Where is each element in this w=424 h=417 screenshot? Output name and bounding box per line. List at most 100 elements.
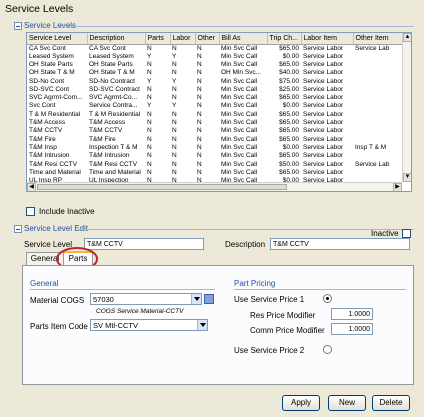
- collapse-icon[interactable]: [14, 21, 22, 30]
- table-row[interactable]: T & M Residential T & M Residential N N N Min…: [27, 111, 405, 119]
- table-row[interactable]: SVC Agrmt-Com... SVC Agrmt-Co... N N N Min Sv…: [27, 94, 405, 102]
- table-cell: [353, 102, 405, 110]
- table-cell: N: [147, 44, 152, 52]
- table-row[interactable]: T&M Intrusion T&M Intrusion N N N Min Svc Cal…: [27, 152, 405, 160]
- description-label: Description: [225, 240, 266, 249]
- table-cell: N: [197, 143, 202, 151]
- include-inactive-checkbox[interactable]: [26, 207, 35, 216]
- table-cell: Service Labor: [303, 69, 344, 77]
- parts-item-code-select[interactable]: SV Mtl-CCTV: [90, 319, 208, 331]
- table-cell: Min Svc Call: [221, 135, 258, 143]
- material-cogs-select[interactable]: 57030: [90, 293, 202, 305]
- use-price-1-radio[interactable]: [323, 294, 332, 303]
- scroll-up-icon[interactable]: ▲: [403, 33, 411, 42]
- new-button[interactable]: New: [328, 395, 366, 411]
- table-cell: N: [147, 69, 152, 77]
- table-cell: T & M Residential: [89, 110, 141, 118]
- service-level-edit-header[interactable]: Service Level Edit: [14, 224, 88, 233]
- table-cell: Service Labor: [303, 152, 344, 160]
- column-header[interactable]: Bill As: [219, 33, 268, 45]
- collapse-icon[interactable]: [14, 224, 22, 233]
- table-cell: N: [147, 110, 152, 118]
- chevron-down-icon[interactable]: [197, 320, 207, 330]
- table-cell: $50.00: [279, 160, 299, 168]
- table-cell: Y: [172, 102, 177, 110]
- service-level-input[interactable]: T&M CCTV: [84, 238, 204, 250]
- table-row[interactable]: OH State Parts OH State Parts N N N Min Svc C…: [27, 61, 405, 69]
- table-row[interactable]: SD-SVC Cont SD-SVC Contract N N N Min Svc Cal…: [27, 86, 405, 94]
- chevron-down-icon[interactable]: [191, 294, 201, 304]
- table-cell: Service Labor: [303, 168, 344, 176]
- edit-divider: [78, 229, 414, 230]
- table-cell: CA Svc Cont: [89, 44, 126, 52]
- column-header[interactable]: Labor: [170, 33, 196, 45]
- comm-modifier-input[interactable]: 1.0000: [331, 323, 373, 335]
- table-cell: N: [147, 152, 152, 160]
- table-cell: N: [197, 44, 202, 52]
- table-row[interactable]: T&M CCTV T&M CCTV N N N Min Svc Call $65.00 Ser…: [27, 127, 405, 135]
- horizontal-scrollbar[interactable]: ◀ ▶: [27, 182, 402, 191]
- column-header[interactable]: Labor Item: [301, 33, 354, 45]
- column-header[interactable]: Description: [87, 33, 146, 45]
- table-row[interactable]: CA Svc Cont CA Svc Cont N N N Min Svc Call $65…: [27, 44, 405, 53]
- table-cell: T&M Resi CCTV: [89, 160, 138, 168]
- table-cell: Min Svc Call: [221, 52, 258, 60]
- scroll-left-icon[interactable]: ◀: [27, 183, 36, 191]
- table-cell: [353, 86, 405, 94]
- scroll-right-icon[interactable]: ▶: [393, 183, 402, 191]
- column-header[interactable]: Other: [195, 33, 220, 45]
- table-cell: N: [172, 110, 177, 118]
- table-row[interactable]: T&M Fire T&M Fire N N N Min Svc Call $65.00 Ser…: [27, 135, 405, 143]
- table-row[interactable]: T&M Insp Inspection T & M N N N Min Svc Call $…: [27, 144, 405, 152]
- res-modifier-input[interactable]: 1.0000: [331, 308, 373, 320]
- column-header[interactable]: Service Level: [27, 33, 88, 45]
- include-inactive-label: Include Inactive: [39, 207, 95, 216]
- table-cell: $65.00: [279, 127, 299, 135]
- table-cell: T&M Fire: [29, 135, 56, 143]
- table-row[interactable]: Leased System Leased System Y Y N Min Svc Cal…: [27, 53, 405, 61]
- table-row[interactable]: Svc Cont Service Contra... Y Y N Min Svc Call…: [27, 102, 405, 110]
- table-row[interactable]: SD-No Cont SD-No Contract Y Y N Min Svc Call $…: [27, 77, 405, 85]
- table-cell: Min Svc Call: [221, 160, 258, 168]
- table-cell: Inspection T & M: [89, 143, 138, 151]
- table-cell: Min Svc Call: [221, 77, 258, 85]
- table-cell: N: [197, 160, 202, 168]
- table-cell: T&M Fire: [89, 135, 116, 143]
- column-header[interactable]: Trip Ch...: [267, 33, 302, 45]
- table-row[interactable]: Time and Material Time and Material N N N Min…: [27, 169, 405, 177]
- table-cell: Leased System: [89, 52, 134, 60]
- service-levels-grid[interactable]: Service Level Description Parts Labor Other B…: [26, 32, 412, 192]
- scroll-thumb[interactable]: [37, 184, 287, 190]
- use-price-2-radio[interactable]: [323, 345, 332, 354]
- inactive-row: Inactive: [371, 229, 411, 238]
- table-row[interactable]: OH State T & M OH State T & M N N N OH Min Sv…: [27, 69, 405, 77]
- table-cell: T&M CCTV: [29, 127, 63, 135]
- vertical-scrollbar[interactable]: ▲ ▼: [402, 33, 411, 182]
- scroll-down-icon[interactable]: ▼: [403, 173, 411, 182]
- column-header[interactable]: Other Item: [353, 33, 406, 45]
- table-row[interactable]: T&M Access T&M Access N N N Min Svc Call $65.0…: [27, 119, 405, 127]
- inactive-checkbox[interactable]: [401, 229, 411, 238]
- table-cell: [353, 119, 405, 127]
- column-header[interactable]: Parts: [145, 33, 171, 45]
- table-cell: Min Svc Call: [221, 110, 258, 118]
- apply-button[interactable]: Apply: [282, 395, 320, 411]
- table-cell: OH State T & M: [29, 69, 75, 77]
- delete-button[interactable]: Delete: [372, 395, 410, 411]
- table-cell: Service Labor: [303, 143, 344, 151]
- table-cell: Service Labor: [303, 127, 344, 135]
- use-price-2-label: Use Service Price 2: [234, 346, 305, 355]
- lookup-icon[interactable]: [204, 294, 214, 304]
- table-cell: T & M Residential: [29, 110, 81, 118]
- description-input[interactable]: T&M CCTV: [270, 238, 410, 250]
- table-cell: N: [147, 135, 152, 143]
- table-cell: $0.00: [282, 52, 299, 60]
- table-cell: Service Contra...: [89, 102, 138, 110]
- header-divider: [58, 26, 414, 27]
- table-cell: $40.00: [279, 69, 299, 77]
- general-section-title: General: [30, 279, 59, 288]
- table-cell: N: [197, 119, 202, 127]
- table-cell: SVC Agrmt-Com...: [29, 94, 83, 102]
- table-cell: [353, 152, 405, 160]
- table-row[interactable]: T&M Resi CCTV T&M Resi CCTV N N N Min Svc Cal…: [27, 160, 405, 168]
